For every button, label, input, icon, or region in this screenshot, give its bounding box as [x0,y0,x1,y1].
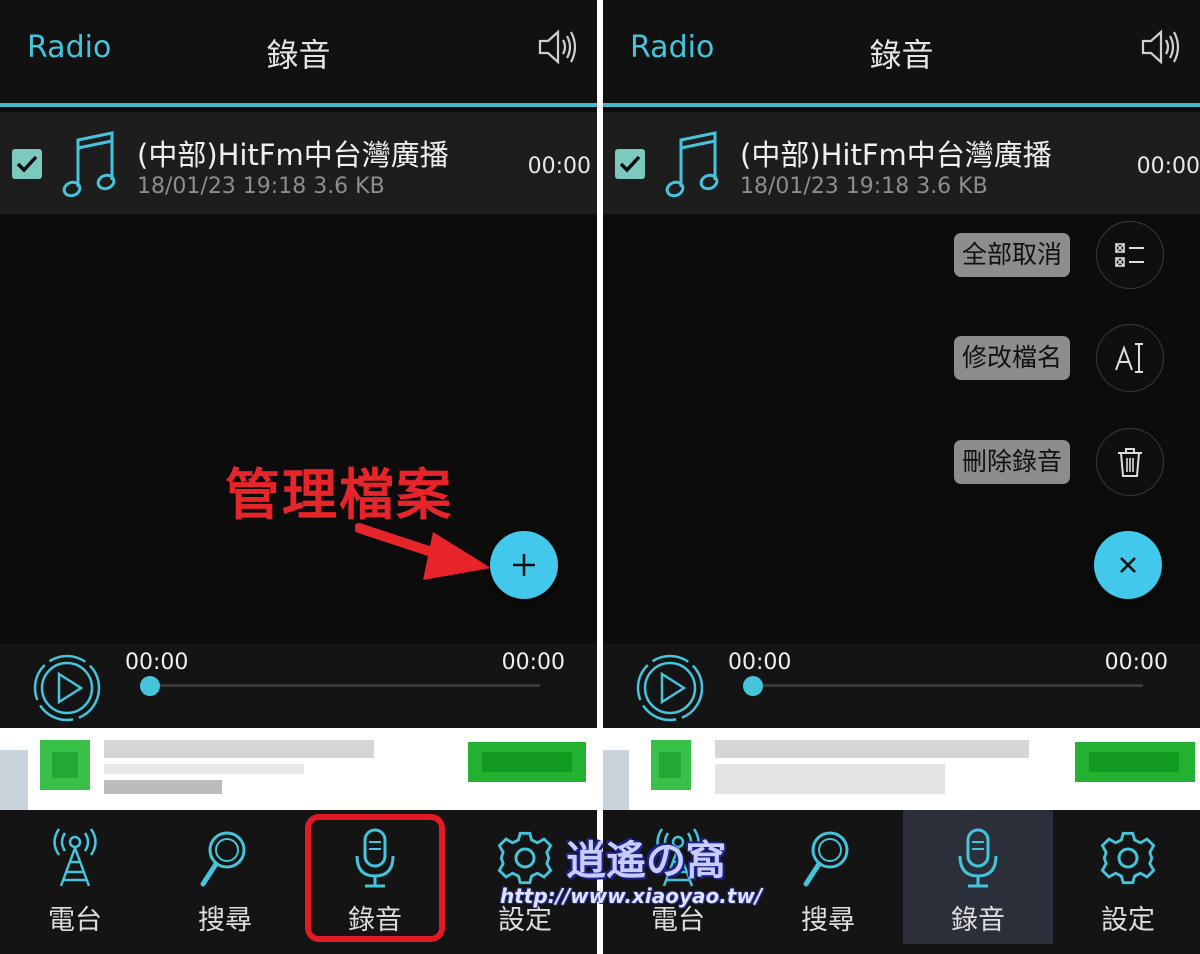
watermark-url: http://www.xiaoyao.tw/ [500,884,763,908]
page-title: 錄音 [869,36,934,74]
deselect-all-icon [1115,243,1144,267]
menu-label[interactable]: 全部取消 [953,233,1070,277]
tab-label: 搜尋 [801,905,855,936]
annotation-arrow-icon [355,523,491,580]
close-menu-fab[interactable] [1094,531,1162,599]
recording-duration: 00:00 [527,154,591,179]
search-icon [803,831,849,887]
recording-duration: 00:00 [1136,154,1200,179]
app-header: Radio 錄音 [603,0,1200,103]
seek-handle[interactable] [140,676,160,696]
play-icon[interactable] [635,653,705,723]
total-time: 00:00 [1104,650,1168,675]
delete-button[interactable] [1096,428,1164,496]
plus-icon [513,554,535,576]
recording-item[interactable]: (中部)HitFm中台灣廣播 18/01/23 19:18 3.6 KB 00:… [603,112,1200,214]
app-header: Radio 錄音 [0,0,597,103]
seek-track[interactable] [150,684,540,687]
header-divider [603,103,1200,107]
search-icon [200,831,246,887]
gear-icon [497,831,553,885]
rename-icon [1115,343,1143,373]
antenna-icon [53,828,97,887]
music-note-icon [665,131,719,198]
recording-meta: 18/01/23 19:18 3.6 KB [137,174,385,199]
tab-search[interactable]: 搜尋 [753,810,903,944]
play-icon[interactable] [32,653,102,723]
close-icon [1120,557,1136,573]
recording-name: (中部)HitFm中台灣廣播 [740,138,1052,172]
current-time: 00:00 [728,650,792,675]
recording-name: (中部)HitFm中台灣廣播 [137,138,449,172]
recording-meta: 18/01/23 19:18 3.6 KB [740,174,988,199]
recording-item[interactable]: (中部)HitFm中台灣廣播 18/01/23 19:18 3.6 KB 00:… [0,112,597,214]
gear-icon [1100,831,1156,885]
menu-label[interactable]: 刪除錄音 [953,440,1070,484]
speaker-icon[interactable] [1140,27,1182,67]
check-icon [619,155,641,173]
tab-station[interactable]: 電台 [0,810,150,944]
header-divider [0,103,597,107]
ad-banner[interactable] [0,728,597,810]
rename-button[interactable] [1096,324,1164,392]
current-time: 00:00 [125,650,189,675]
menu-label[interactable]: 修改檔名 [953,336,1070,380]
watermark-logo: 逍遙の窩 [566,838,726,884]
screen-left: Radio 錄音 (中部)HitFm中台灣廣播 18/01/23 19:18 3… [0,0,597,954]
page-title: 錄音 [266,36,331,74]
tab-label: 電台 [48,905,102,936]
check-icon [16,155,38,173]
seek-track[interactable] [753,684,1143,687]
speaker-icon[interactable] [537,27,579,67]
manage-files-fab[interactable] [490,531,558,599]
highlight-box [305,814,445,942]
player-bar: 00:00 00:00 [0,644,597,728]
tab-settings[interactable]: 設定 [1053,810,1200,944]
tab-record[interactable]: 錄音 [903,810,1053,944]
microphone-icon [958,828,998,888]
ad-banner[interactable] [603,728,1200,810]
tab-label: 搜尋 [198,905,252,936]
seek-handle[interactable] [743,676,763,696]
tab-label: 設定 [1101,905,1155,936]
screen-right: Radio 錄音 (中部)HitFm中台灣廣播 18/01/23 19:18 3… [603,0,1200,954]
select-checkbox[interactable] [615,149,645,179]
select-checkbox[interactable] [12,149,42,179]
deselect-all-button[interactable] [1096,221,1164,289]
music-note-icon [62,131,116,198]
player-bar: 00:00 00:00 [603,644,1200,728]
bottom-tab-bar: 電台 搜尋 錄音 設定 [0,810,597,954]
tab-label: 錄音 [951,905,1005,936]
trash-icon [1118,448,1142,477]
total-time: 00:00 [501,650,565,675]
tab-search[interactable]: 搜尋 [150,810,300,944]
